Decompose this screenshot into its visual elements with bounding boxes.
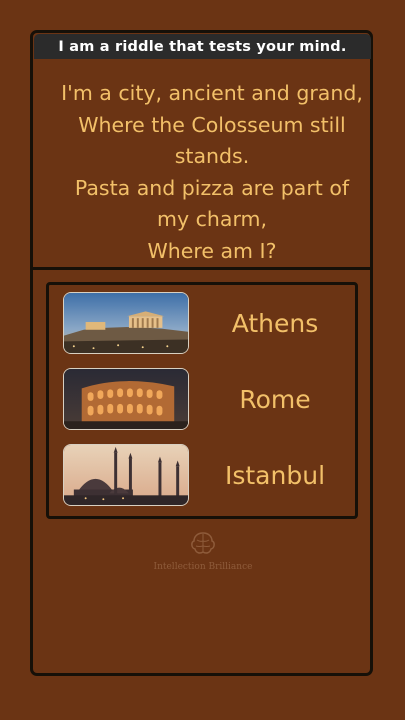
option-label-rome: Rome: [239, 384, 311, 414]
acropolis-photo: [63, 292, 189, 354]
watermark: Intellection Brilliance: [140, 530, 266, 580]
blue-mosque-photo: [63, 444, 189, 506]
riddle-text: I'm a city, ancient and grand, Where the…: [61, 81, 363, 263]
brain-logo-icon: [188, 532, 218, 562]
option-label-istanbul: Istanbul: [224, 460, 326, 490]
option-istanbul[interactable]: Istanbul: [63, 444, 347, 506]
option-label-athens: Athens: [231, 308, 319, 338]
option-athens[interactable]: Athens: [63, 292, 347, 354]
watermark-text: Intellection Brilliance: [153, 562, 253, 572]
header-bar: I am a riddle that tests your mind.: [34, 34, 371, 59]
colosseum-photo: [63, 368, 189, 430]
option-rome[interactable]: Rome: [63, 368, 347, 430]
page-title: I am a riddle that tests your mind.: [58, 38, 347, 55]
